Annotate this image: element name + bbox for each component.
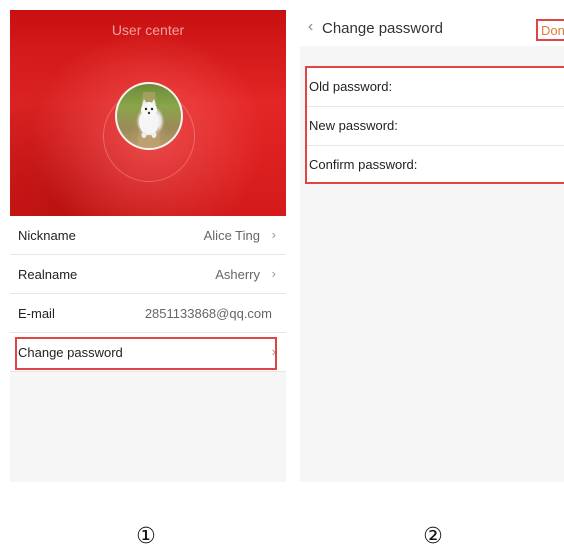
realname-label: Realname — [18, 267, 78, 282]
chevron-right-icon: › — [271, 344, 276, 359]
realname-value: Asherry — [215, 267, 260, 282]
user-center-screen: User center Nickname Alice Ting › Realna… — [10, 10, 286, 482]
email-label: E-mail — [18, 306, 55, 321]
confirm-password-field[interactable]: Confirm password: — [307, 146, 564, 184]
new-password-input[interactable] — [437, 113, 561, 139]
page-title: Change password — [322, 20, 443, 37]
done-button[interactable]: Done — [536, 19, 564, 41]
password-form: Old password: New password: Confirm pass… — [305, 66, 564, 184]
email-row: E-mail 2851133868@qq.com — [10, 294, 286, 333]
chevron-right-icon: › — [271, 227, 276, 242]
step-caption-1: ① — [136, 524, 156, 549]
confirm-password-label: Confirm password: — [309, 157, 418, 172]
change-password-screen: ‹ Change password Done Old password: New… — [300, 10, 564, 482]
confirm-password-input[interactable] — [437, 152, 561, 178]
step-caption-2: ② — [423, 524, 443, 549]
nav-bar: ‹ Change password Done — [300, 10, 564, 46]
change-password-label: Change password — [18, 345, 123, 360]
page-title: User center — [111, 22, 185, 38]
old-password-input[interactable] — [437, 74, 561, 100]
realname-row[interactable]: Realname Asherry › — [10, 255, 286, 294]
profile-header: User center — [10, 10, 286, 216]
nickname-value: Alice Ting — [203, 228, 260, 243]
new-password-field[interactable]: New password: — [307, 107, 564, 146]
email-value: 2851133868@qq.com — [144, 306, 272, 321]
nickname-label: Nickname — [18, 228, 76, 243]
profile-info-list: Nickname Alice Ting › Realname Asherry ›… — [10, 216, 286, 372]
old-password-field[interactable]: Old password: — [307, 68, 564, 107]
avatar[interactable] — [115, 82, 183, 150]
back-icon[interactable]: ‹ — [308, 18, 313, 36]
new-password-label: New password: — [309, 118, 398, 133]
old-password-label: Old password: — [309, 79, 393, 94]
nickname-row[interactable]: Nickname Alice Ting › — [10, 216, 286, 255]
dog-photo-icon — [137, 92, 161, 148]
chevron-right-icon: › — [271, 266, 276, 281]
change-password-row[interactable]: Change password › — [10, 333, 286, 372]
